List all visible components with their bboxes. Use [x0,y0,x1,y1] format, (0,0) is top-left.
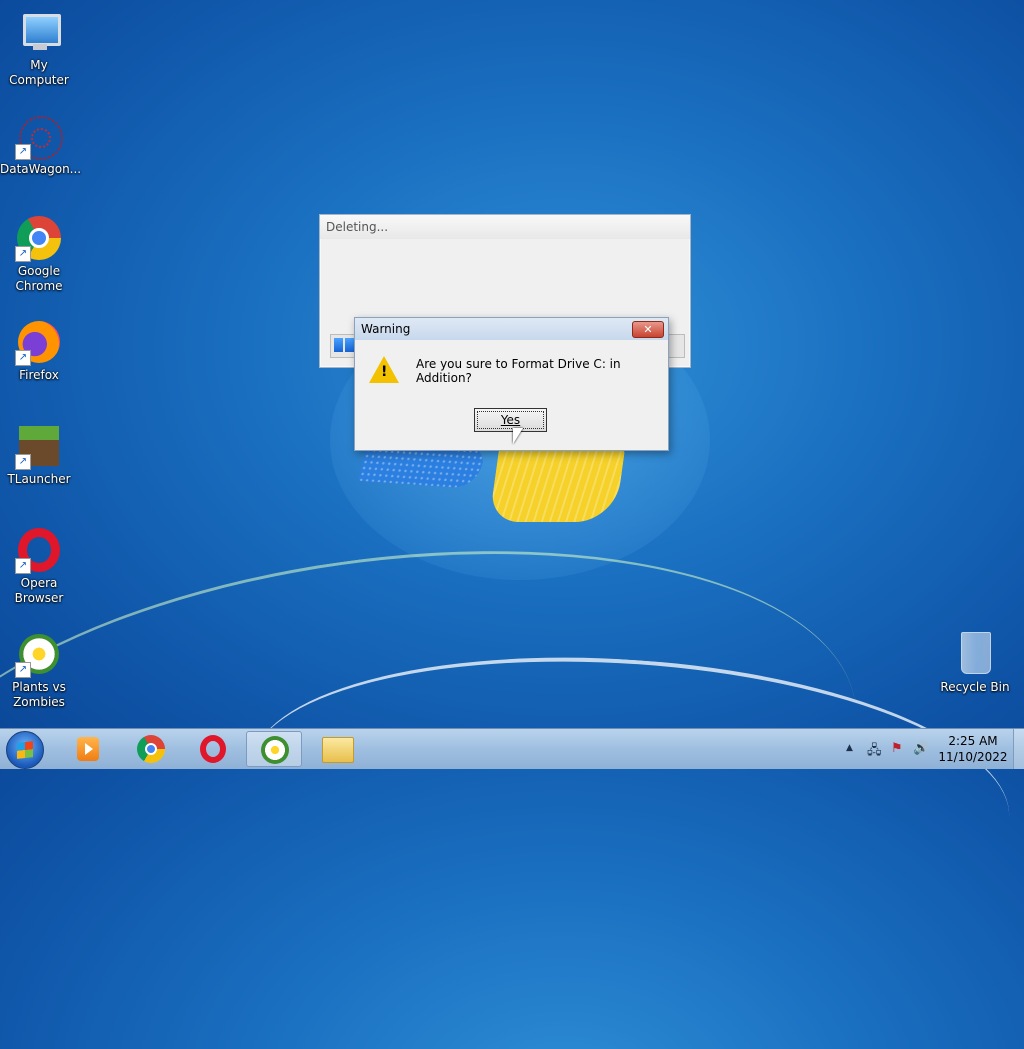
desktop-icon-google-chrome[interactable]: ↗ Google Chrome [0,214,78,294]
plants-vs-zombies-icon: ↗ [15,630,63,678]
warning-message: Are you sure to Format Drive C: in Addit… [416,357,621,385]
opera-icon [200,735,226,763]
taskbar-clock[interactable]: 2:25 AM 11/10/2022 [934,733,1012,765]
chrome-icon [137,735,165,763]
desktop-icon-firefox[interactable]: ↗ Firefox [0,318,78,383]
windows-media-player-icon [77,737,99,761]
desktop-icon-label: My Computer [9,58,69,87]
taskbar: ▲ 🖧 ⚑ 🔊 2:25 AM 11/10/2022 [0,728,1024,769]
desktop-icon-label: Firefox [19,368,59,382]
desktop-icon-label: Google Chrome [15,264,63,293]
opera-icon: ↗ [15,526,63,574]
start-button[interactable] [6,731,44,769]
action-center-flag-icon[interactable]: ⚑ [891,741,903,756]
progress-segment [345,338,354,352]
desktop-icon-label: Recycle Bin [940,680,1010,694]
desktop-icon-label: DataWagon... [0,162,82,176]
yes-button[interactable]: Yes [474,408,547,432]
desktop-icon-tlauncher[interactable]: ↗ TLauncher [0,422,78,487]
taskbar-item-chrome[interactable] [123,731,179,767]
plants-vs-zombies-icon [261,736,289,764]
show-hidden-icons-chevron-icon[interactable]: ▲ [846,743,853,753]
desktop-icon-opera-browser[interactable]: ↗ Opera Browser [0,526,78,606]
clock-time: 2:25 AM [948,734,998,748]
folder-icon [322,737,354,763]
taskbar-item-explorer[interactable] [309,731,365,767]
desktop-icon-recycle-bin[interactable]: Recycle Bin [936,630,1014,695]
datawagon-icon: ↗ [15,112,63,160]
desktop-icon-my-computer[interactable]: My Computer [0,8,78,88]
taskbar-item-media-player[interactable] [60,731,116,767]
warning-dialog: Warning ✕ ! Are you sure to Format Drive… [354,317,669,451]
yes-button-label: Yes [500,413,521,427]
progress-segment [334,338,343,352]
desktop-icon-label: Opera Browser [14,576,64,605]
deleting-window-title: Deleting... [320,215,690,239]
tlauncher-icon: ↗ [15,422,63,470]
taskbar-item-plants-vs-zombies[interactable] [246,731,302,767]
network-icon[interactable]: 🖧 [867,741,882,763]
firefox-icon: ↗ [15,318,63,366]
desktop-icon-label: TLauncher [7,472,71,486]
warning-icon: ! [369,356,399,383]
show-desktop-button[interactable] [1013,729,1024,769]
warning-dialog-title: Warning [355,318,668,340]
mouse-cursor-icon [513,428,523,444]
desktop-icon-plants-vs-zombies[interactable]: ↗ Plants vs Zombies [0,630,78,710]
recycle-bin-icon [951,630,999,678]
close-button[interactable]: ✕ [632,321,664,338]
volume-icon[interactable]: 🔊 [913,741,929,756]
taskbar-item-opera[interactable] [185,731,241,767]
desktop-icon-datawagon[interactable]: ↗ DataWagon... [0,112,82,177]
desktop-icon-label: Plants vs Zombies [12,680,66,709]
chrome-icon: ↗ [15,214,63,262]
clock-date: 11/10/2022 [938,750,1008,764]
computer-icon [15,8,63,56]
